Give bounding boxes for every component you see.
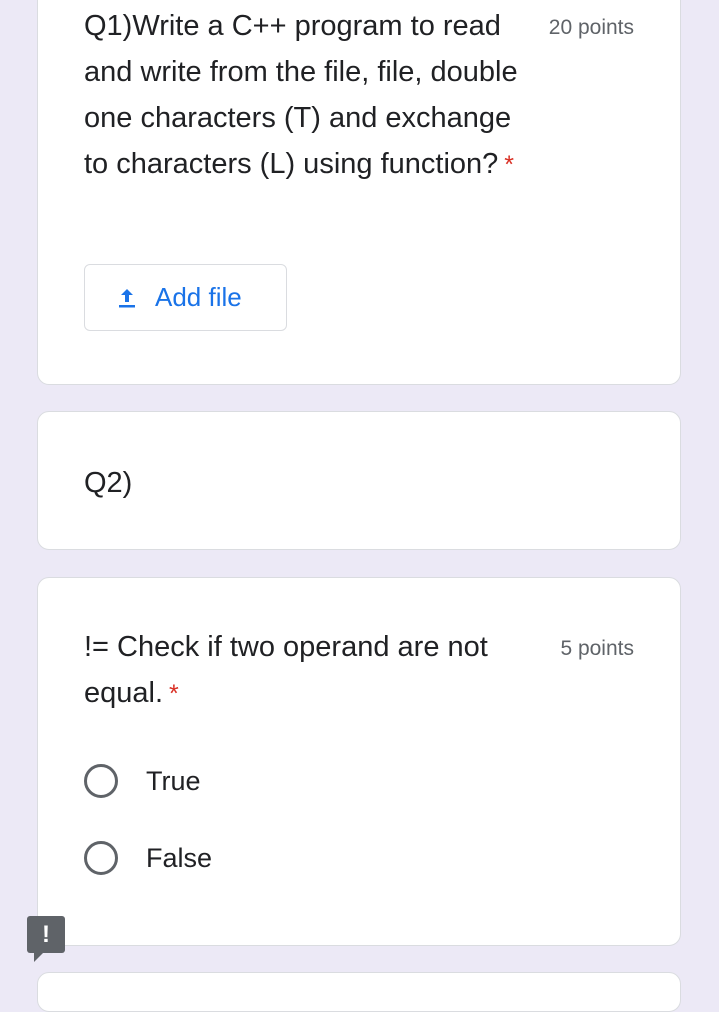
required-asterisk: * [169, 680, 179, 708]
radio-button[interactable] [84, 841, 118, 875]
question-title: Q2) [84, 467, 133, 499]
add-file-button[interactable]: Add file [84, 264, 287, 331]
question-card-2: Q2) [37, 411, 681, 550]
option-label: True [146, 765, 201, 796]
points-label: 5 points [560, 637, 634, 660]
question-card-3: != Check if two operand are not equal. * … [37, 577, 681, 946]
add-file-label: Add file [155, 282, 242, 312]
question-text: != Check if two operand are not equal. [84, 631, 488, 709]
required-asterisk: * [504, 151, 515, 179]
question-title: Q1)Write a C++ program to read and write… [84, 3, 524, 188]
option-label: False [146, 842, 213, 873]
exclamation-glyph: ! [42, 920, 50, 948]
points-label: 20 points [548, 16, 634, 39]
radio-option-false[interactable]: False [84, 841, 212, 875]
radio-button[interactable] [84, 764, 118, 798]
question-text: Q1)Write a C++ program to read and write… [84, 10, 518, 180]
question-title: != Check if two operand are not equal. * [84, 624, 539, 717]
report-problem-icon[interactable]: ! [27, 916, 65, 962]
question-card-next [37, 972, 681, 1012]
question-card-1: Q1)Write a C++ program to read and write… [37, 0, 681, 385]
radio-option-true[interactable]: True [84, 764, 201, 798]
upload-icon [115, 286, 139, 310]
